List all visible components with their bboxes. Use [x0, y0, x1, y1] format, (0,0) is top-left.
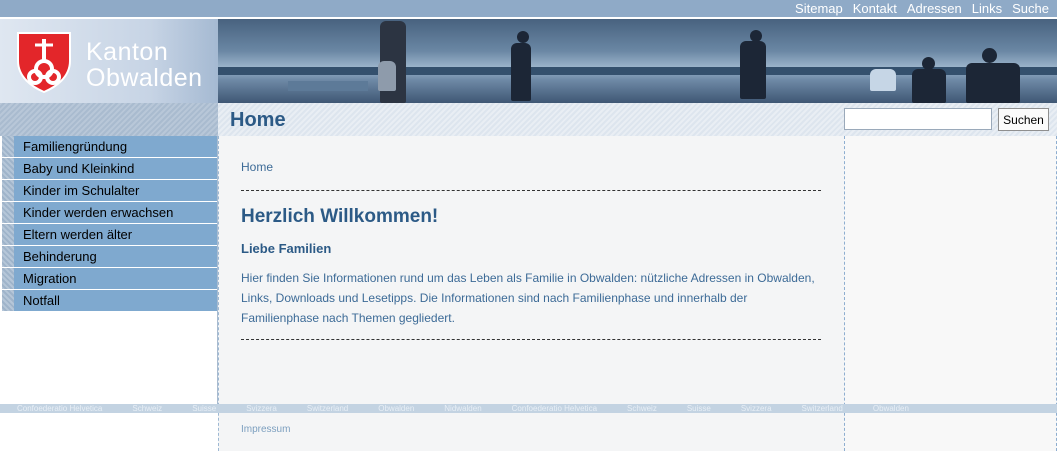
intro-text: Hier finden Sie Informationen rund um da…: [241, 271, 815, 325]
sidebar-item-notfall[interactable]: Notfall: [0, 290, 217, 311]
sidebar-item-kinder-werden-erwachsen[interactable]: Kinder werden erwachsen: [0, 202, 217, 223]
search-button[interactable]: Suchen: [998, 108, 1049, 131]
band-word: Nidwalden: [444, 404, 482, 413]
banner-photo: [218, 19, 1057, 103]
band-word: Schweiz: [132, 404, 163, 413]
nav-pattern: [2, 136, 14, 157]
band-word: Suisse: [686, 404, 711, 413]
band-word: Obwalden: [378, 404, 415, 413]
brand-line-2: Obwalden: [86, 64, 203, 92]
suche-link[interactable]: Suche: [1012, 1, 1049, 16]
band-word: Confoederatio Helvetica: [511, 404, 598, 413]
sidebar-item-label: Kinder werden erwachsen: [23, 205, 174, 220]
sidebar-item-label: Notfall: [23, 293, 60, 308]
nav-header-strip: [0, 103, 218, 136]
site-brand[interactable]: Kanton Obwalden: [86, 39, 203, 91]
band-word: Switzerland: [801, 404, 843, 413]
sidebar-nav: Familiengründung Baby und Kleinkind Kind…: [0, 136, 218, 404]
footer-band: Confoederatio Helvetica Schweiz Suisse S…: [0, 404, 1057, 413]
nav-pattern: [2, 290, 14, 311]
band-word: Svizzera: [246, 404, 277, 413]
divider: [241, 339, 821, 340]
nav-pattern: [2, 158, 14, 179]
welcome-subheading: Liebe Familien: [241, 241, 332, 256]
divider: [241, 190, 821, 191]
sidebar-item-migration[interactable]: Migration: [0, 268, 217, 289]
sidebar-item-label: Eltern werden älter: [23, 227, 133, 242]
sidebar-item-behinderung[interactable]: Behinderung: [0, 246, 217, 267]
nav-pattern: [2, 246, 14, 267]
utility-nav: Sitemap Kontakt Adressen Links Suche: [0, 0, 1057, 18]
nav-pattern: [2, 180, 14, 201]
search-input[interactable]: [844, 108, 992, 130]
title-bar: Home Suchen: [218, 103, 1057, 136]
sidebar-item-label: Migration: [23, 271, 77, 286]
nav-pattern: [2, 202, 14, 223]
band-word: Switzerland: [306, 404, 349, 413]
sidebar-item-label: Kinder im Schulalter: [23, 183, 140, 198]
sidebar-item-label: Familiengründung: [23, 139, 128, 154]
impressum-link[interactable]: Impressum: [241, 424, 290, 435]
welcome-heading: Herzlich Willkommen!: [241, 206, 439, 227]
band-word: Schweiz: [627, 404, 657, 413]
sidebar-item-eltern-werden-aelter[interactable]: Eltern werden älter: [0, 224, 217, 245]
nav-pattern: [2, 268, 14, 289]
sidebar-item-label: Baby und Kleinkind: [23, 161, 135, 176]
header-banner: Kanton Obwalden: [0, 19, 1057, 103]
nav-pattern: [2, 224, 14, 245]
brand-line-1: Kanton: [86, 38, 169, 66]
canton-crest-icon: [17, 32, 71, 93]
adressen-link[interactable]: Adressen: [907, 1, 962, 16]
band-word: Svizzera: [740, 404, 772, 413]
page-title: Home: [230, 109, 286, 131]
band-word: Obwalden: [872, 404, 909, 413]
band-word: Suisse: [192, 404, 217, 413]
sidebar-item-baby-und-kleinkind[interactable]: Baby und Kleinkind: [0, 158, 217, 179]
links-link[interactable]: Links: [972, 1, 1002, 16]
sitemap-link[interactable]: Sitemap: [795, 1, 843, 16]
breadcrumb-home-link[interactable]: Home: [241, 160, 273, 174]
sidebar-item-label: Behinderung: [23, 249, 97, 264]
sidebar-item-familiengruendung[interactable]: Familiengründung: [0, 136, 217, 157]
band-word: Confoederatio Helvetica: [17, 404, 103, 413]
sidebar-item-kinder-im-schulalter[interactable]: Kinder im Schulalter: [0, 180, 217, 201]
kontakt-link[interactable]: Kontakt: [853, 1, 897, 16]
